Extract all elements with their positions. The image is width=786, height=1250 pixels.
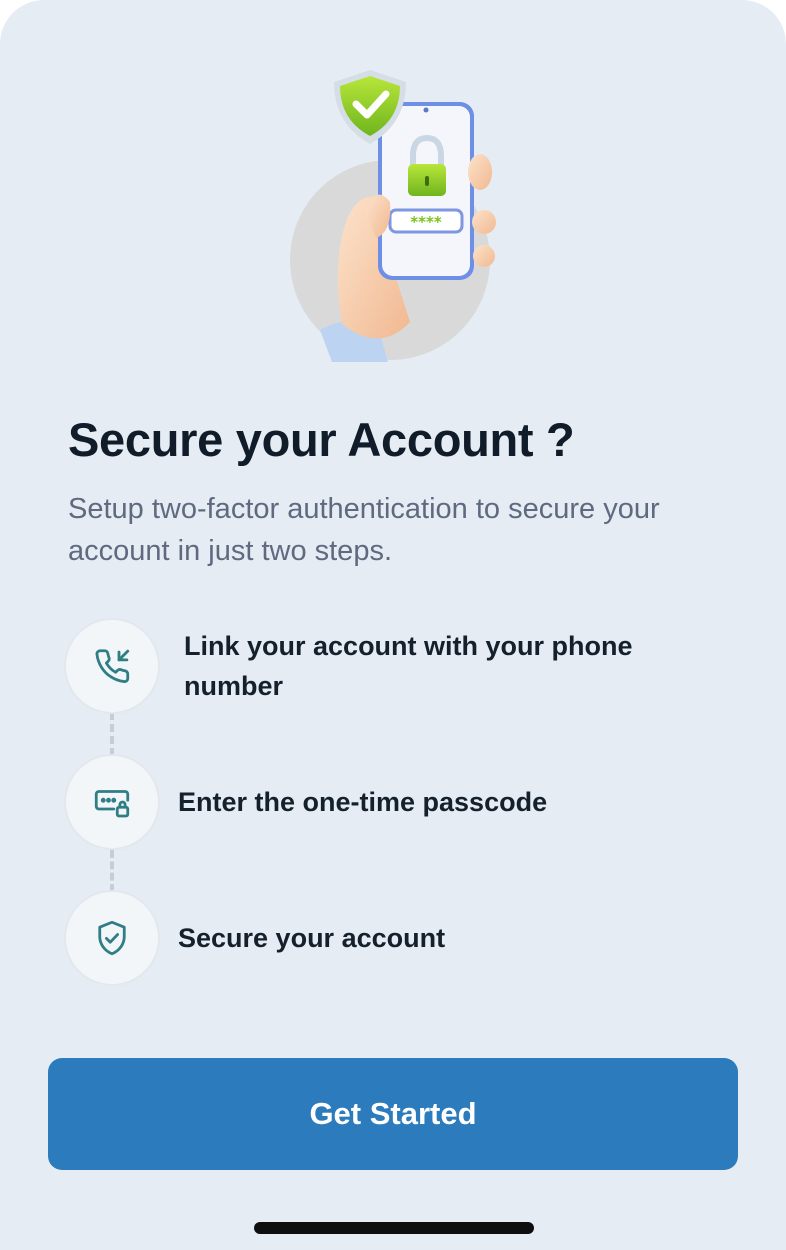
step-2-label: Enter the one-time passcode [178, 787, 548, 817]
step-connector [110, 850, 114, 892]
passcode-lock-icon [94, 790, 130, 818]
step-2-icon-circle [64, 754, 160, 850]
step-connector [110, 712, 114, 756]
get-started-button[interactable]: Get Started [48, 1058, 738, 1170]
home-indicator [254, 1222, 534, 1234]
shield-check-icon [98, 920, 126, 956]
step-3-icon-circle [64, 890, 160, 986]
step-1-icon-circle [64, 618, 160, 714]
page-subtitle: Setup two-factor authentication to secur… [68, 493, 660, 567]
hand-holding-phone-with-lock-icon: **** [290, 70, 496, 362]
step-3-label: Secure your account [178, 923, 446, 953]
page-title: Secure your Account ? [68, 413, 575, 466]
svg-text:****: **** [410, 213, 442, 231]
step-1-label: Link your account with your phone number [184, 631, 633, 701]
phone-incoming-icon [95, 649, 130, 683]
two-factor-onboarding-screen: **** Secure your Account ? Setup two-fac… [0, 0, 786, 1250]
